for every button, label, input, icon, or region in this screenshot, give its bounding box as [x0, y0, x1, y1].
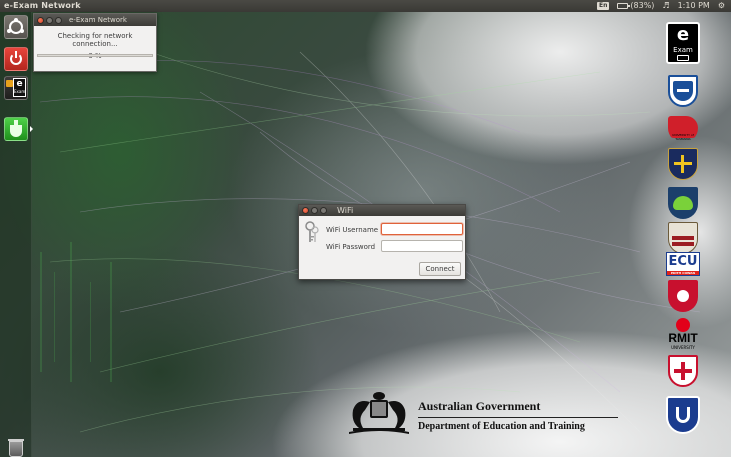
launcher-item-active-app[interactable]	[4, 117, 28, 141]
government-branding: Australian Government Department of Educ…	[418, 399, 618, 432]
close-button[interactable]	[37, 16, 44, 24]
window-titlebar[interactable]: e-Exam Network	[34, 14, 156, 26]
wifi-dialog: WiFi WiFi Username WiFi Password Connect	[298, 204, 466, 280]
department-name: Department of Education and Training	[418, 421, 585, 432]
progress-bar	[37, 54, 153, 57]
trash-icon	[8, 439, 24, 457]
launcher-item-shutdown[interactable]	[4, 47, 28, 71]
maximize-button[interactable]	[320, 207, 327, 214]
exam-icon: e Exam	[13, 78, 26, 97]
gear-icon[interactable]: ⚙	[718, 0, 725, 12]
rmit-dot-icon	[676, 318, 690, 332]
connect-button[interactable]: Connect	[419, 262, 461, 276]
launcher: e Exam	[0, 12, 33, 457]
government-name: Australian Government	[418, 399, 541, 413]
university-cross-crest-icon	[668, 148, 698, 180]
flask-icon	[10, 120, 22, 137]
university-cross-shield-icon	[668, 355, 698, 387]
power-icon	[10, 51, 22, 65]
username-label: WiFi Username	[326, 226, 379, 234]
top-panel: e-Exam Network En (83%) ♬ 1:10 PM ⚙	[0, 0, 731, 12]
panel-indicators: En (83%) ♬ 1:10 PM ⚙	[597, 0, 731, 12]
active-window-title: e-Exam Network	[4, 1, 81, 10]
battery-percent: (83%)	[630, 1, 655, 10]
battery-indicator[interactable]: (83%)	[617, 0, 654, 12]
window-title: e-Exam Network	[69, 16, 127, 24]
minimize-button[interactable]	[46, 16, 53, 24]
progress-message: Checking for network connection...	[57, 32, 133, 48]
university-crest-icon	[668, 75, 698, 107]
launcher-item-trash[interactable]	[4, 437, 28, 457]
rmit-logo: RMIT UNIVERSITY	[668, 331, 698, 351]
wifi-password-input[interactable]	[381, 240, 463, 252]
keys-icon	[305, 221, 319, 242]
ubuntu-logo-icon	[7, 18, 24, 34]
tasmania-lion-icon: UNIVERSITY of TASMANIA	[668, 111, 698, 143]
lock-icon	[6, 80, 13, 87]
ecu-logo: ECU EDITH COWAN	[666, 252, 700, 276]
wifi-username-input[interactable]	[381, 223, 463, 235]
keyboard-layout-indicator[interactable]: En	[597, 2, 610, 10]
maximize-button[interactable]	[55, 16, 62, 24]
battery-icon	[617, 3, 631, 9]
volume-icon[interactable]: ♬	[662, 0, 669, 12]
university-book-crest-icon	[668, 222, 698, 254]
launcher-item-dash[interactable]	[4, 15, 28, 39]
divider	[418, 417, 618, 418]
lock-icon	[677, 55, 689, 61]
launcher-item-e-exam[interactable]: e Exam	[4, 76, 28, 100]
university-wave-crest-icon	[668, 187, 698, 219]
e-exam-logo: e Exam	[666, 22, 700, 64]
active-app-indicator-icon	[30, 126, 33, 132]
dialog-title: WiFi	[337, 206, 354, 215]
clock[interactable]: 1:10 PM	[678, 0, 710, 12]
minimize-button[interactable]	[311, 207, 318, 214]
network-check-window: e-Exam Network Checking for network conn…	[33, 13, 157, 72]
university-red-crest-icon	[668, 280, 698, 312]
university-u-shield-icon	[666, 396, 700, 434]
password-label: WiFi Password	[326, 243, 376, 251]
close-button[interactable]	[302, 207, 309, 214]
dialog-titlebar[interactable]: WiFi	[299, 205, 465, 216]
coat-of-arms-icon	[349, 392, 409, 434]
